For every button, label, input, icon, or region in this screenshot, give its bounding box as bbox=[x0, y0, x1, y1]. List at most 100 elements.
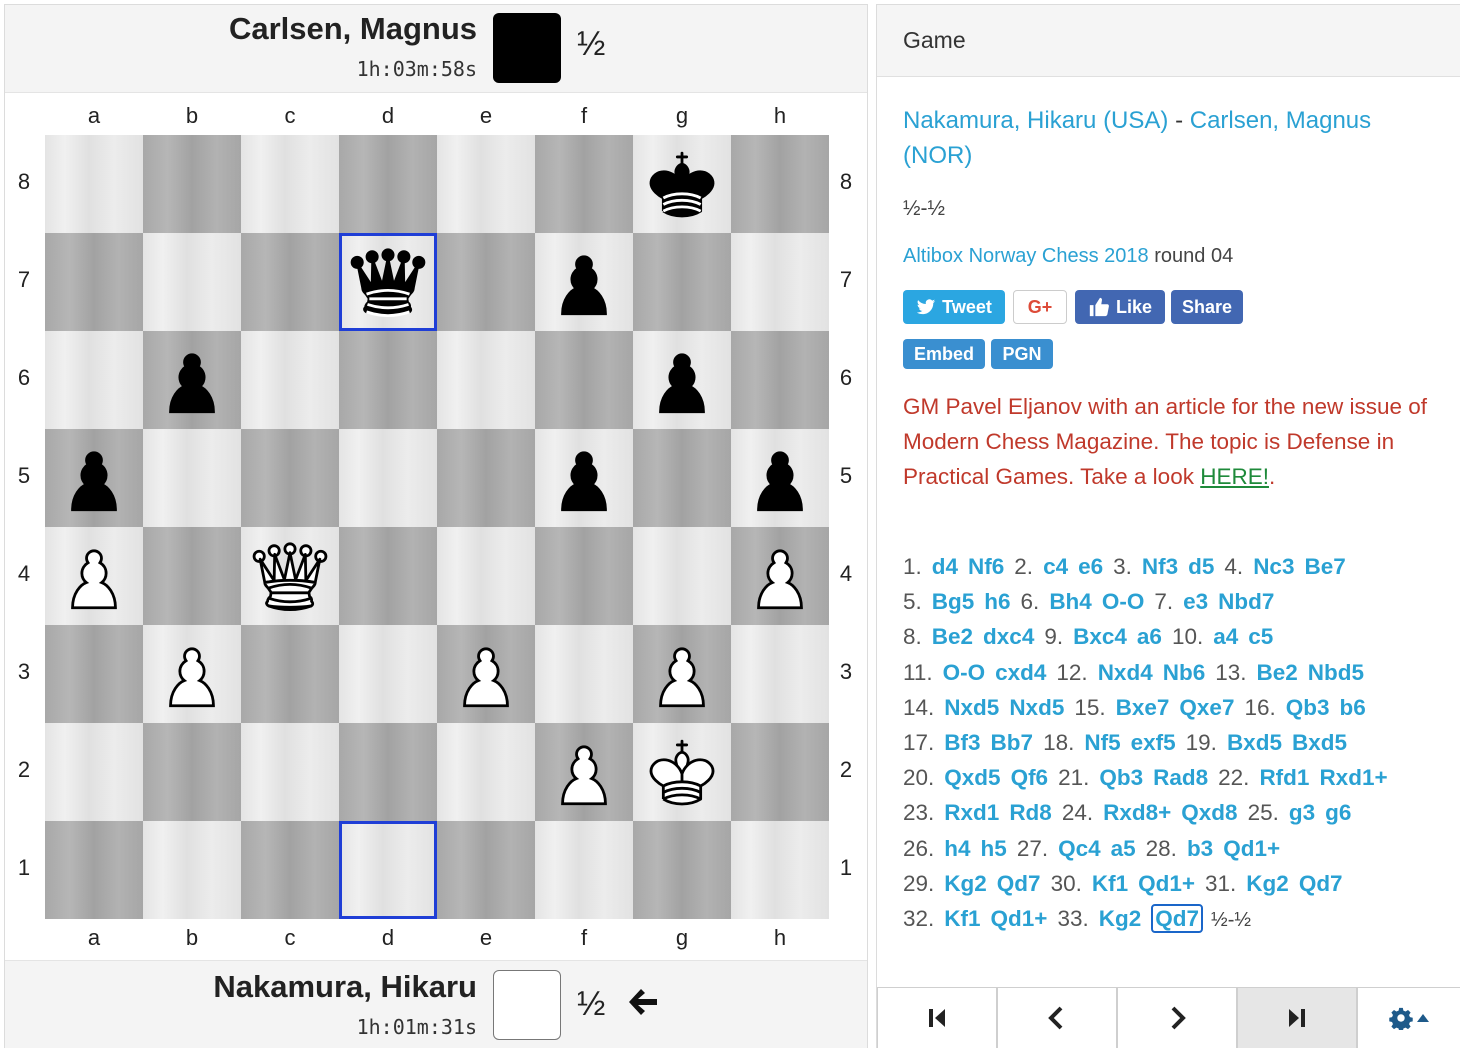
chess-board[interactable] bbox=[45, 135, 829, 919]
square-b5[interactable] bbox=[143, 429, 241, 527]
square-e8[interactable] bbox=[437, 135, 535, 233]
square-g7[interactable] bbox=[633, 233, 731, 331]
square-h8[interactable] bbox=[731, 135, 829, 233]
last-move-button[interactable] bbox=[1237, 987, 1357, 1048]
facebook-share-button[interactable]: Share bbox=[1171, 290, 1243, 324]
move-link[interactable]: Nbd7 bbox=[1218, 589, 1274, 614]
move-link[interactable]: a6 bbox=[1137, 624, 1162, 649]
move-link[interactable]: Rfd1 bbox=[1259, 765, 1309, 790]
square-h1[interactable] bbox=[731, 821, 829, 919]
move-link[interactable]: Bxc4 bbox=[1073, 624, 1127, 649]
square-e2[interactable] bbox=[437, 723, 535, 821]
white-queen-icon-c4[interactable] bbox=[241, 527, 339, 625]
move-link[interactable]: Rxd8+ bbox=[1103, 800, 1171, 825]
black-pawn-icon-g6[interactable] bbox=[633, 331, 731, 429]
square-d2[interactable] bbox=[339, 723, 437, 821]
move-link[interactable]: Rd8 bbox=[1009, 800, 1052, 825]
square-f3[interactable] bbox=[535, 625, 633, 723]
settings-menu-button[interactable] bbox=[1357, 987, 1460, 1048]
move-link[interactable]: cxd4 bbox=[995, 660, 1046, 685]
square-e6[interactable] bbox=[437, 331, 535, 429]
move-link[interactable]: exf5 bbox=[1131, 730, 1176, 755]
move-link[interactable]: Bxe7 bbox=[1116, 695, 1170, 720]
move-link[interactable]: b3 bbox=[1187, 836, 1213, 861]
square-a2[interactable] bbox=[45, 723, 143, 821]
square-h6[interactable] bbox=[731, 331, 829, 429]
pgn-button[interactable]: PGN bbox=[991, 339, 1053, 369]
move-link[interactable]: Be2 bbox=[1257, 660, 1298, 685]
square-c7[interactable] bbox=[241, 233, 339, 331]
square-f4[interactable] bbox=[535, 527, 633, 625]
move-link[interactable]: Qb3 bbox=[1099, 765, 1143, 790]
move-link[interactable]: Kf1 bbox=[1092, 871, 1128, 896]
square-c3[interactable] bbox=[241, 625, 339, 723]
move-link[interactable]: c4 bbox=[1043, 554, 1068, 579]
move-link[interactable]: h6 bbox=[984, 589, 1010, 614]
black-pawn-icon-a5[interactable] bbox=[45, 429, 143, 527]
move-link[interactable]: Nf3 bbox=[1142, 554, 1178, 579]
square-b4[interactable] bbox=[143, 527, 241, 625]
event-link[interactable]: Altibox Norway Chess 2018 bbox=[903, 245, 1149, 267]
move-link[interactable]: Qd7 bbox=[1299, 871, 1343, 896]
square-e4[interactable] bbox=[437, 527, 535, 625]
google-plus-button[interactable]: G+ bbox=[1013, 290, 1067, 324]
move-link[interactable]: a4 bbox=[1213, 624, 1238, 649]
move-link[interactable]: Nb6 bbox=[1163, 660, 1206, 685]
tweet-button[interactable]: Tweet bbox=[903, 290, 1005, 324]
black-pawn-icon-f5[interactable] bbox=[535, 429, 633, 527]
move-link[interactable]: Rad8 bbox=[1153, 765, 1208, 790]
square-h3[interactable] bbox=[731, 625, 829, 723]
square-g4[interactable] bbox=[633, 527, 731, 625]
move-link[interactable]: c5 bbox=[1248, 624, 1273, 649]
black-king-icon-g8[interactable] bbox=[633, 135, 731, 233]
black-pawn-icon-b6[interactable] bbox=[143, 331, 241, 429]
square-d1[interactable] bbox=[339, 821, 437, 919]
square-d5[interactable] bbox=[339, 429, 437, 527]
move-link[interactable]: Bxd5 bbox=[1292, 730, 1347, 755]
square-c1[interactable] bbox=[241, 821, 339, 919]
square-d8[interactable] bbox=[339, 135, 437, 233]
black-pawn-icon-h5[interactable] bbox=[731, 429, 829, 527]
move-link[interactable]: b6 bbox=[1340, 695, 1366, 720]
move-link[interactable]: d4 bbox=[932, 554, 958, 579]
move-link[interactable]: Be2 bbox=[932, 624, 973, 649]
square-d6[interactable] bbox=[339, 331, 437, 429]
square-a1[interactable] bbox=[45, 821, 143, 919]
square-b1[interactable] bbox=[143, 821, 241, 919]
square-a6[interactable] bbox=[45, 331, 143, 429]
move-link[interactable]: Kg2 bbox=[944, 871, 987, 896]
square-c2[interactable] bbox=[241, 723, 339, 821]
move-link[interactable]: e3 bbox=[1183, 589, 1208, 614]
square-f1[interactable] bbox=[535, 821, 633, 919]
square-d3[interactable] bbox=[339, 625, 437, 723]
move-link[interactable]: Qxe7 bbox=[1179, 695, 1234, 720]
square-e7[interactable] bbox=[437, 233, 535, 331]
move-link[interactable]: Kf1 bbox=[944, 906, 980, 931]
square-f6[interactable] bbox=[535, 331, 633, 429]
move-link[interactable]: Nf6 bbox=[968, 554, 1004, 579]
square-d4[interactable] bbox=[339, 527, 437, 625]
promo-link[interactable]: HERE! bbox=[1200, 464, 1269, 489]
square-h2[interactable] bbox=[731, 723, 829, 821]
move-link[interactable]: Qd1+ bbox=[991, 906, 1048, 931]
embed-button[interactable]: Embed bbox=[903, 339, 985, 369]
move-link[interactable]: Qd7 bbox=[997, 871, 1041, 896]
move-link[interactable]: Nxd5 bbox=[1009, 695, 1064, 720]
move-link[interactable]: Bh4 bbox=[1049, 589, 1092, 614]
move-link[interactable]: Rxd1+ bbox=[1319, 765, 1387, 790]
white-king-icon-g2[interactable] bbox=[633, 723, 731, 821]
move-link[interactable]: g3 bbox=[1289, 800, 1315, 825]
move-link[interactable]: Qd1+ bbox=[1223, 836, 1280, 861]
move-link[interactable]: Nf5 bbox=[1084, 730, 1120, 755]
move-link[interactable]: Qf6 bbox=[1011, 765, 1049, 790]
move-link[interactable]: e6 bbox=[1078, 554, 1103, 579]
move-link[interactable]: d5 bbox=[1188, 554, 1214, 579]
move-link[interactable]: g6 bbox=[1325, 800, 1351, 825]
move-link[interactable]: Kg2 bbox=[1246, 871, 1289, 896]
square-g1[interactable] bbox=[633, 821, 731, 919]
white-pawn-icon-b3[interactable] bbox=[143, 625, 241, 723]
next-move-button[interactable] bbox=[1117, 987, 1237, 1048]
square-a7[interactable] bbox=[45, 233, 143, 331]
white-player-link[interactable]: Nakamura, Hikaru (USA) bbox=[903, 107, 1168, 134]
square-b7[interactable] bbox=[143, 233, 241, 331]
